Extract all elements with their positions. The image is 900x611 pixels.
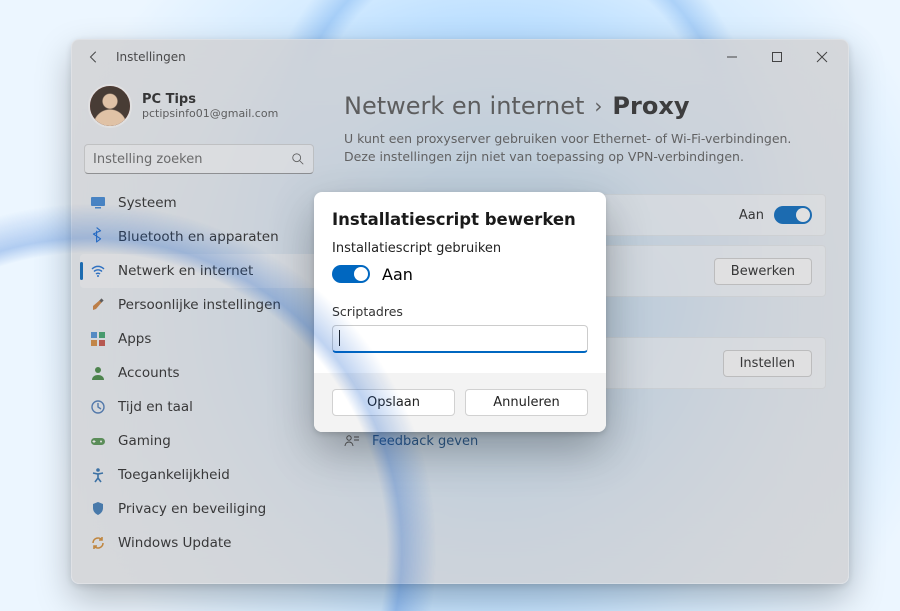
shield-icon — [90, 501, 106, 517]
grid-icon — [90, 331, 106, 347]
sidebar-item-netwerk[interactable]: Netwerk en internet — [80, 254, 318, 288]
settings-window: Instellingen PC Tips pctipsinfo01@gmail.… — [71, 39, 849, 584]
edit-script-dialog: Installatiescript bewerken Installatiesc… — [314, 192, 606, 432]
sidebar-item-privacy[interactable]: Privacy en beveiliging — [80, 492, 318, 526]
sidebar-item-label: Accounts — [118, 365, 180, 381]
sidebar-item-label: Apps — [118, 331, 151, 347]
person-icon — [90, 365, 106, 381]
text-caret — [339, 330, 340, 346]
sidebar-item-persoonlijk[interactable]: Persoonlijke instellingen — [80, 288, 318, 322]
sidebar-item-label: Gaming — [118, 433, 171, 449]
sidebar-item-label: Persoonlijke instellingen — [118, 297, 281, 313]
sidebar-item-label: Netwerk en internet — [118, 263, 253, 279]
gamepad-icon — [90, 433, 106, 449]
bluetooth-icon — [90, 229, 106, 245]
toggle-use-script[interactable] — [332, 265, 370, 283]
update-icon — [90, 535, 106, 551]
use-script-label: Installatiescript gebruiken — [332, 241, 588, 256]
sidebar-item-label: Windows Update — [118, 535, 231, 551]
sidebar-item-label: Privacy en beveiliging — [118, 501, 266, 517]
sidebar-item-label: Toegankelijkheid — [118, 467, 230, 483]
sidebar-item-apps[interactable]: Apps — [80, 322, 318, 356]
script-address-input[interactable] — [332, 325, 588, 353]
dialog-title: Installatiescript bewerken — [332, 210, 588, 229]
help-icon — [344, 403, 360, 419]
wifi-icon — [90, 263, 106, 279]
accessibility-icon — [90, 467, 106, 483]
desktop-wallpaper: Instellingen PC Tips pctipsinfo01@gmail.… — [0, 0, 900, 611]
script-address-label: Scriptadres — [332, 304, 588, 319]
sidebar-item-toegankelijk[interactable]: Toegankelijkheid — [80, 458, 318, 492]
clock-icon — [90, 399, 106, 415]
brush-icon — [90, 297, 106, 313]
sidebar-item-update[interactable]: Windows Update — [80, 526, 318, 560]
cancel-button[interactable]: Annuleren — [465, 389, 588, 416]
feedback-icon — [344, 433, 360, 449]
save-button[interactable]: Opslaan — [332, 389, 455, 416]
sidebar-item-tijd[interactable]: Tijd en taal — [80, 390, 318, 424]
sidebar-item-gaming[interactable]: Gaming — [80, 424, 318, 458]
sidebar-item-label: Tijd en taal — [118, 399, 193, 415]
toggle-use-script-state: Aan — [382, 265, 413, 284]
sidebar-item-accounts[interactable]: Accounts — [80, 356, 318, 390]
